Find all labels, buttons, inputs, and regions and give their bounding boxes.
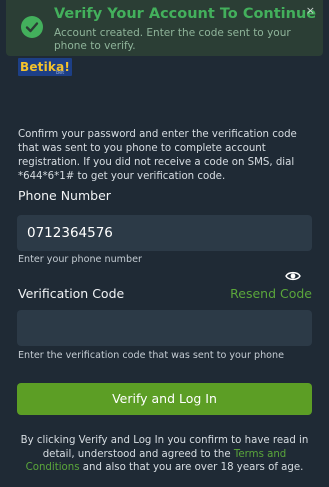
terms-suffix: and also that you are over 18 years of a…: [79, 462, 304, 473]
terms-text: By clicking Verify and Log In you confir…: [16, 434, 313, 475]
intro-text: Confirm your password and enter the veri…: [18, 129, 297, 182]
toast-title: Verify Your Account To Continue: [54, 6, 317, 22]
resend-code-link[interactable]: Resend Code: [230, 286, 312, 301]
phone-label: Phone Number: [18, 188, 111, 203]
verify-login-button[interactable]: Verify and Log In: [17, 383, 312, 415]
success-toast: Verify Your Account To Continue Account …: [6, 0, 323, 56]
verification-code-input[interactable]: [17, 310, 312, 346]
logo-tagline: bet: [56, 70, 65, 76]
eye-icon[interactable]: [285, 270, 301, 282]
phone-input[interactable]: 0712364576: [17, 215, 312, 251]
phone-hint: Enter your phone number: [18, 254, 142, 265]
verification-code-label: Verification Code: [18, 286, 125, 301]
toast-message: Account created. Enter the code sent to …: [54, 27, 291, 52]
check-circle-icon: [21, 16, 43, 38]
close-icon[interactable]: ×: [306, 4, 315, 17]
verification-code-hint: Enter the verification code that was sen…: [18, 350, 285, 361]
